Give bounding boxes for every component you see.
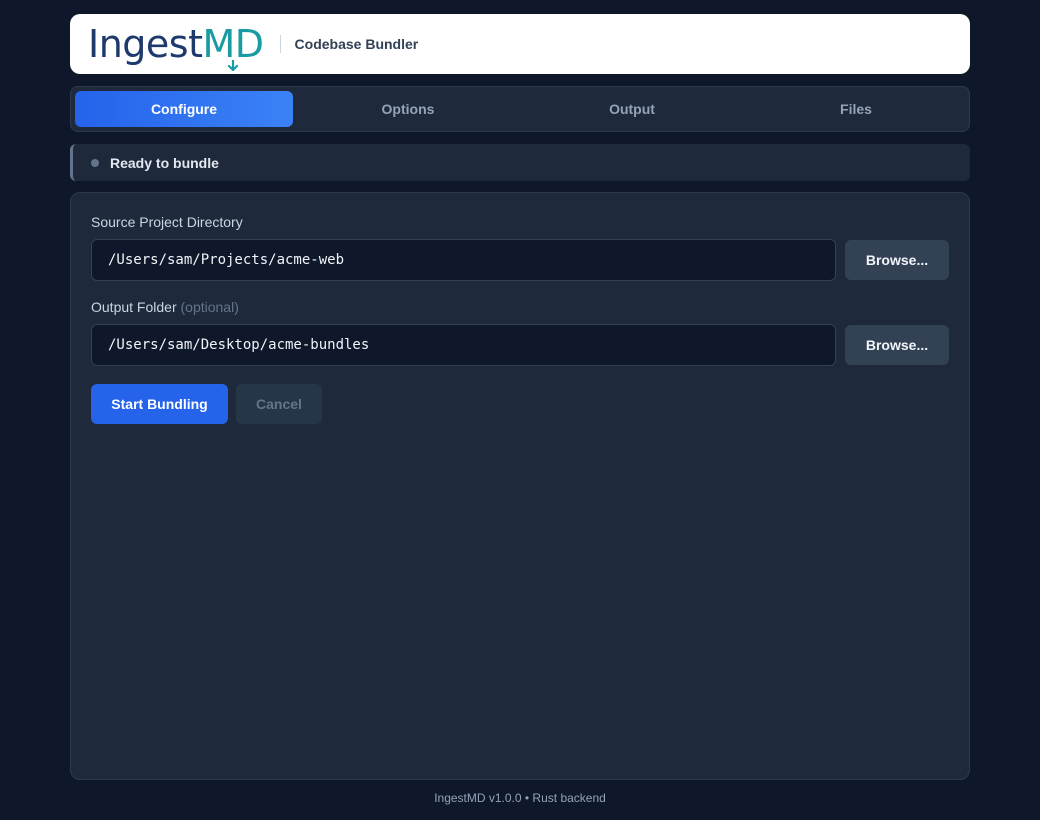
logo-text-accent: MD xyxy=(203,25,264,72)
download-arrow-icon xyxy=(227,60,239,72)
tab-configure[interactable]: Configure xyxy=(75,91,293,127)
output-folder-input[interactable]: /Users/sam/Desktop/acme-bundles xyxy=(91,324,836,366)
header-divider xyxy=(279,35,281,53)
tab-files[interactable]: Files xyxy=(747,91,965,127)
source-directory-label: Source Project Directory xyxy=(91,214,243,230)
tab-bar: Configure Options Output Files xyxy=(70,86,970,132)
cancel-button: Cancel xyxy=(236,384,322,424)
logo-text-primary: Ingest xyxy=(88,22,203,66)
optional-hint: (optional) xyxy=(180,299,239,315)
source-directory-label-text: Source Project Directory xyxy=(91,214,243,230)
tab-options[interactable]: Options xyxy=(299,91,517,127)
output-folder-label: Output Folder (optional) xyxy=(91,299,239,315)
output-browse-button[interactable]: Browse... xyxy=(845,325,949,365)
configure-panel: Source Project Directory /Users/sam/Proj… xyxy=(70,192,970,780)
footer-version: IngestMD v1.0.0 • Rust backend xyxy=(434,791,606,805)
tab-output[interactable]: Output xyxy=(523,91,741,127)
output-folder-label-text: Output Folder xyxy=(91,299,177,315)
status-bar: Ready to bundle xyxy=(70,144,970,181)
app-header: Ingest MD Codebase Bundler xyxy=(70,14,970,74)
source-browse-button[interactable]: Browse... xyxy=(845,240,949,280)
start-bundling-button[interactable]: Start Bundling xyxy=(91,384,228,424)
source-directory-input[interactable]: /Users/sam/Projects/acme-web xyxy=(91,239,836,281)
app-window: Ingest MD Codebase Bundler Configure Opt… xyxy=(0,0,1040,820)
app-logo: Ingest MD xyxy=(88,22,264,72)
status-text: Ready to bundle xyxy=(110,154,219,171)
app-subtitle: Codebase Bundler xyxy=(294,36,419,52)
status-dot-icon xyxy=(91,158,99,167)
